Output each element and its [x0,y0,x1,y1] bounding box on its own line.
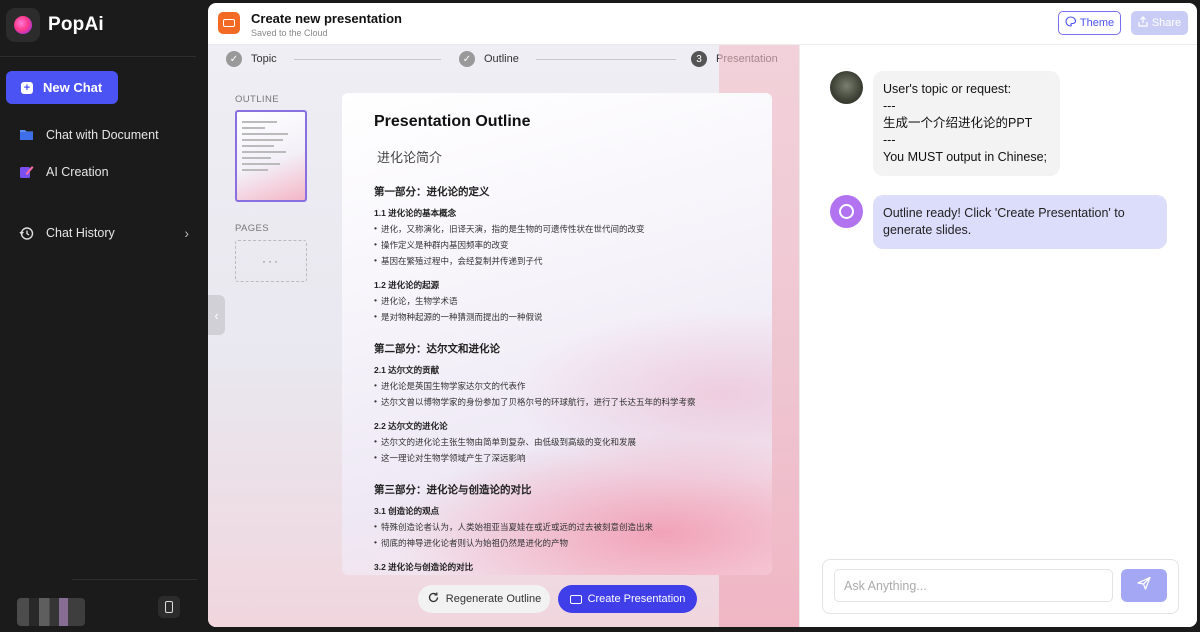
palette-icon [1065,16,1076,30]
theme-label: Theme [1079,17,1115,29]
sidebar-item-chat-history[interactable]: Chat History › [19,225,189,241]
user-message: User's topic or request: --- 生成一个介绍进化论的P… [830,71,1060,176]
sidebar-item-label: Chat with Document [46,127,159,142]
subsection-heading: 3.1 创造论的观点 [374,506,440,516]
share-icon [1138,16,1148,30]
outline-section-label: OUTLINE [235,94,279,105]
assistant-message: Outline ready! Click 'Create Presentatio… [830,195,1167,249]
brand-name: PopAi [48,14,104,35]
main-panel: Create new presentation Saved to the Clo… [208,3,1197,627]
step-connector [536,59,676,60]
sidebar-item-label: AI Creation [46,164,109,179]
save-status: Saved to the Cloud [251,28,328,38]
step-number: 3 [691,51,707,67]
chevron-right-icon: › [184,225,189,241]
step-label: Topic [251,53,277,65]
folder-icon [19,127,34,142]
chevron-left-icon: ‹ [214,307,219,323]
share-button[interactable]: Share [1131,11,1188,35]
step-label: Presentation [716,53,778,65]
presentation-icon [218,12,240,34]
outline-bullet: 达尔文的进化论主张生物由简单到复杂、由低级到高级的变化和发展 [374,436,740,448]
brand[interactable]: PopAi [6,8,104,42]
message-bubble: Outline ready! Click 'Create Presentatio… [873,195,1167,249]
presentation-icon [569,594,582,604]
send-button[interactable] [1121,569,1167,602]
divider [72,579,197,580]
outline-bullet: 达尔文曾以博物学家的身份参加了贝格尔号的环球航行，进行了长达五年的科学考察 [374,396,740,408]
document-topic: 进化论简介 [377,150,443,165]
subsection-heading: 2.2 达尔文的进化论 [374,421,448,431]
pen-icon [19,164,34,179]
step-label: Outline [484,53,519,65]
ask-input[interactable] [834,569,1113,602]
outline-bullet: 进化论是英国生物学家达尔文的代表作 [374,380,740,392]
theme-button[interactable]: Theme [1058,11,1121,35]
outline-bullet: 进化，又称演化，旧译天演，指的是生物的可遗传性状在世代间的改变 [374,223,740,235]
new-chat-label: New Chat [43,80,103,95]
step-presentation[interactable]: 3 Presentation [691,51,778,67]
create-presentation-button[interactable]: Create Presentation [558,585,697,613]
sidebar-item-chat-with-document[interactable]: Chat with Document [19,127,189,142]
refresh-icon [427,591,440,607]
pages-section-label: PAGES [235,223,270,234]
share-label: Share [1151,17,1182,29]
assistant-avatar-icon [830,195,863,228]
outline-section: 第二部分：达尔文和进化论 2.1 达尔文的贡献 进化论是英国生物学家达尔文的代表… [374,341,740,464]
outline-bullet: 基因在繁殖过程中，会经复制并传递到子代 [374,255,740,267]
outline-bullet: 彻底的神导进化论者则认为始祖仍然是进化的产物 [374,537,740,549]
user-avatar[interactable] [17,598,85,626]
sidebar-item-ai-creation[interactable]: AI Creation [19,164,189,179]
outline-bullet: 操作定义是种群内基因频率的改变 [374,239,740,251]
send-icon [1137,576,1151,595]
document-title: Presentation Outline [374,113,531,130]
plus-icon: + [21,81,33,94]
outline-bullet: 是对物种起源的一种猜测而提出的一种假说 [374,311,740,323]
sidebar-item-label: Chat History [46,226,115,240]
collapse-panel-button[interactable]: ‹ [208,295,225,335]
outline-section: 第一部分：进化论的定义 1.1 进化论的基本概念 进化，又称演化，旧译天演，指的… [374,184,740,323]
outline-bullet: 特殊创造论者认为，人类始祖亚当夏娃在或近或远的过去被刻意创造出来 [374,521,740,533]
popai-logo-icon [6,8,40,42]
mobile-app-icon[interactable] [158,596,180,618]
divider [0,56,196,57]
outline-thumbnail[interactable] [235,110,307,202]
section-heading: 第三部分：进化论与创造论的对比 [374,484,532,496]
outline-bullet: 进化论，生物学术语 [374,295,740,307]
progress-steps: ✓ Topic ✓ Outline 3 Presentation [208,45,799,75]
message-bubble: User's topic or request: --- 生成一个介绍进化论的P… [873,71,1060,176]
subsection-heading: 1.1 进化论的基本概念 [374,208,457,218]
check-icon: ✓ [459,51,475,67]
regenerate-label: Regenerate Outline [445,593,542,605]
history-icon [19,226,34,241]
section-heading: 第一部分：进化论的定义 [374,186,490,198]
top-bar: Create new presentation Saved to the Clo… [208,3,1197,45]
subsection-heading: 1.2 进化论的起源 [374,280,440,290]
chat-panel: User's topic or request: --- 生成一个介绍进化论的P… [799,45,1197,627]
subsection-heading: 2.1 达尔文的贡献 [374,365,440,375]
outline-document: Presentation Outline 进化论简介 第一部分：进化论的定义 1… [342,93,772,575]
page-title: Create new presentation [251,11,402,26]
sidebar: PopAi + New Chat Chat with Document AI C… [0,0,207,632]
step-topic[interactable]: ✓ Topic [226,51,277,67]
chat-input-area [822,559,1179,614]
check-icon: ✓ [226,51,242,67]
new-chat-button[interactable]: + New Chat [6,71,118,104]
regenerate-outline-button[interactable]: Regenerate Outline [418,585,550,613]
create-label: Create Presentation [587,593,686,605]
section-heading: 第二部分：达尔文和进化论 [374,343,500,355]
step-outline[interactable]: ✓ Outline [459,51,519,67]
step-connector [294,59,441,60]
avatar [830,71,863,104]
subsection-heading: 3.2 进化论与创造论的对比 [374,562,474,572]
outline-section: 第三部分：进化论与创造论的对比 3.1 创造论的观点 特殊创造论者认为，人类始祖… [374,482,740,573]
pages-placeholder: ··· [235,240,307,282]
outline-bullet: 这一理论对生物学领域产生了深远影响 [374,452,740,464]
outline-workspace: ✓ Topic ✓ Outline 3 Presentation OUTLINE… [208,45,799,627]
